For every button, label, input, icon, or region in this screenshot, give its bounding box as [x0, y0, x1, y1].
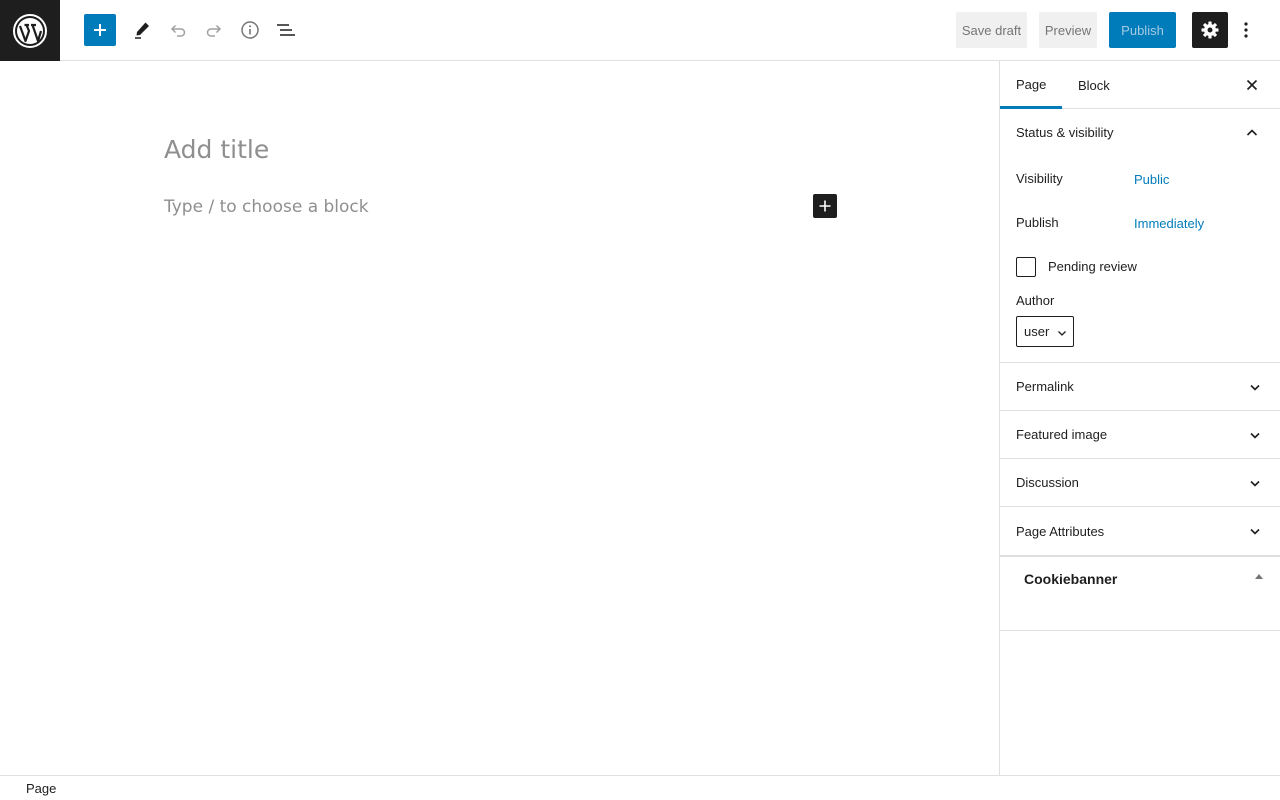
chevron-up-icon[interactable]: [1245, 126, 1259, 140]
list-view-icon: [277, 24, 295, 36]
editor-footer: Page: [0, 775, 1280, 800]
tab-block[interactable]: Block: [1062, 61, 1126, 109]
chevron-down-icon: [1250, 528, 1260, 535]
details-button[interactable]: [232, 12, 268, 48]
info-icon: [241, 21, 259, 39]
breadcrumb[interactable]: Page: [26, 781, 56, 796]
plus-icon: [819, 200, 831, 212]
settings-button[interactable]: [1192, 12, 1228, 48]
undo-button[interactable]: [160, 12, 196, 48]
chevron-down-icon: [1250, 432, 1260, 439]
close-icon: [1246, 79, 1258, 91]
author-select-value: user: [1024, 324, 1050, 339]
wordpress-icon: [13, 13, 47, 48]
visibility-value-button[interactable]: Public: [1134, 172, 1169, 187]
block-add-button[interactable]: [813, 194, 837, 218]
tools-button[interactable]: [124, 12, 160, 48]
wordpress-logo-button[interactable]: [0, 0, 60, 61]
permalink-panel-toggle[interactable]: Permalink: [1000, 363, 1280, 411]
permalink-label: Permalink: [1016, 379, 1074, 394]
post-title-input[interactable]: Add title: [164, 135, 269, 164]
cookiebanner-metabox: Cookiebanner: [1000, 555, 1280, 631]
plus-icon: [94, 24, 106, 36]
sidebar-tabs: Page Block: [1000, 61, 1280, 109]
author-select[interactable]: user: [1016, 316, 1074, 347]
publish-date-button[interactable]: Immediately: [1134, 216, 1204, 231]
featured-image-panel-toggle[interactable]: Featured image: [1000, 411, 1280, 459]
gear-icon: [1201, 21, 1219, 39]
page-attributes-panel-toggle[interactable]: Page Attributes: [1000, 507, 1280, 555]
editor-canvas[interactable]: Add title Type / to choose a block: [0, 61, 999, 775]
list-view-button[interactable]: [268, 12, 304, 48]
pencil-icon: [135, 22, 149, 39]
publish-label: Publish: [1016, 215, 1059, 230]
redo-icon: [206, 24, 222, 37]
collapse-arrow-icon[interactable]: [1255, 574, 1263, 579]
redo-button[interactable]: [196, 12, 232, 48]
cookiebanner-title[interactable]: Cookiebanner: [1024, 571, 1117, 587]
discussion-label: Discussion: [1016, 475, 1079, 490]
options-menu-button[interactable]: [1232, 12, 1260, 48]
chevron-down-icon: [1250, 480, 1260, 487]
author-label: Author: [1016, 293, 1055, 308]
more-vertical-icon: [1244, 22, 1248, 38]
settings-sidebar: Page Block Status & visibility Visibilit…: [999, 61, 1280, 775]
visibility-label: Visibility: [1016, 171, 1063, 186]
chevron-down-icon: [1058, 331, 1066, 336]
featured-image-label: Featured image: [1016, 427, 1108, 442]
chevron-down-icon: [1250, 384, 1260, 391]
page-attributes-label: Page Attributes: [1016, 523, 1105, 539]
publish-button[interactable]: Publish: [1109, 12, 1176, 48]
save-draft-button[interactable]: Save draft: [956, 12, 1027, 48]
default-block-appender[interactable]: Type / to choose a block: [164, 197, 369, 217]
pending-review-checkbox[interactable]: [1016, 257, 1036, 277]
preview-button[interactable]: Preview: [1039, 12, 1097, 48]
status-visibility-panel: Status & visibility Visibility Public Pu…: [1000, 109, 1280, 363]
tab-page[interactable]: Page: [1000, 61, 1062, 109]
undo-icon: [170, 24, 186, 37]
editor-header: Save draft Preview Publish: [0, 0, 1280, 61]
discussion-panel-toggle[interactable]: Discussion: [1000, 459, 1280, 507]
pending-review-label[interactable]: Pending review: [1048, 259, 1137, 274]
block-inserter-button[interactable]: [84, 14, 116, 46]
status-visibility-toggle[interactable]: Status & visibility: [1016, 125, 1114, 140]
close-sidebar-button[interactable]: [1240, 73, 1264, 97]
